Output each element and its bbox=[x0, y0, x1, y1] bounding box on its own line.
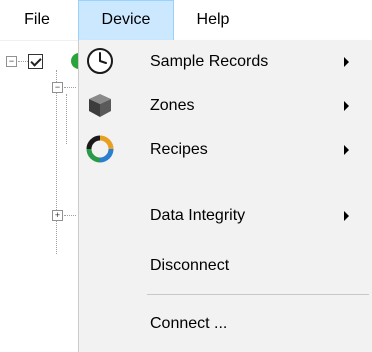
menu-separator bbox=[147, 294, 369, 295]
menu-item-label: Zones bbox=[150, 97, 195, 114]
submenu-arrow-icon bbox=[344, 101, 349, 111]
menu-item-disconnect[interactable]: Disconnect bbox=[79, 244, 372, 288]
menu-item-zones[interactable]: Zones bbox=[79, 84, 372, 128]
menu-item-sample-records[interactable]: Sample Records bbox=[79, 40, 372, 84]
submenu-arrow-icon bbox=[344, 211, 349, 221]
recipes-icon bbox=[86, 135, 114, 163]
menu-item-data-integrity[interactable]: Data Integrity bbox=[79, 194, 372, 238]
menu-item-label: Recipes bbox=[150, 141, 208, 158]
tree-expand-expander[interactable]: + bbox=[52, 210, 63, 221]
menu-item-label: Connect ... bbox=[150, 315, 228, 332]
menu-item-connect[interactable]: Connect ... bbox=[79, 302, 372, 346]
tree-connector bbox=[64, 87, 76, 88]
tree-child-collapse-expander[interactable]: − bbox=[52, 82, 63, 93]
tree-collapse-expander[interactable]: − bbox=[6, 56, 17, 67]
submenu-arrow-icon bbox=[344, 145, 349, 155]
menu-help[interactable]: Help bbox=[180, 0, 246, 40]
tree-connector bbox=[18, 61, 28, 62]
tree-connector bbox=[64, 215, 76, 216]
device-tree: − − + bbox=[0, 40, 80, 350]
clock-icon bbox=[87, 48, 113, 74]
menu-item-label: Disconnect bbox=[150, 257, 230, 274]
menu-device[interactable]: Device bbox=[78, 0, 174, 41]
tree-connector bbox=[66, 94, 67, 144]
device-dropdown-menu: Sample Records Zones Recipes Data Integr… bbox=[78, 40, 372, 352]
menu-item-recipes[interactable]: Recipes bbox=[79, 128, 372, 172]
submenu-arrow-icon bbox=[344, 57, 349, 67]
tree-root-checkbox[interactable] bbox=[28, 54, 43, 69]
tree-connector bbox=[56, 70, 57, 254]
menu-item-label: Sample Records bbox=[150, 53, 269, 70]
menu-item-label: Data Integrity bbox=[150, 207, 246, 224]
cube-icon bbox=[89, 94, 111, 117]
menu-bar: File Device Help bbox=[0, 0, 372, 41]
menu-file[interactable]: File bbox=[0, 0, 74, 40]
